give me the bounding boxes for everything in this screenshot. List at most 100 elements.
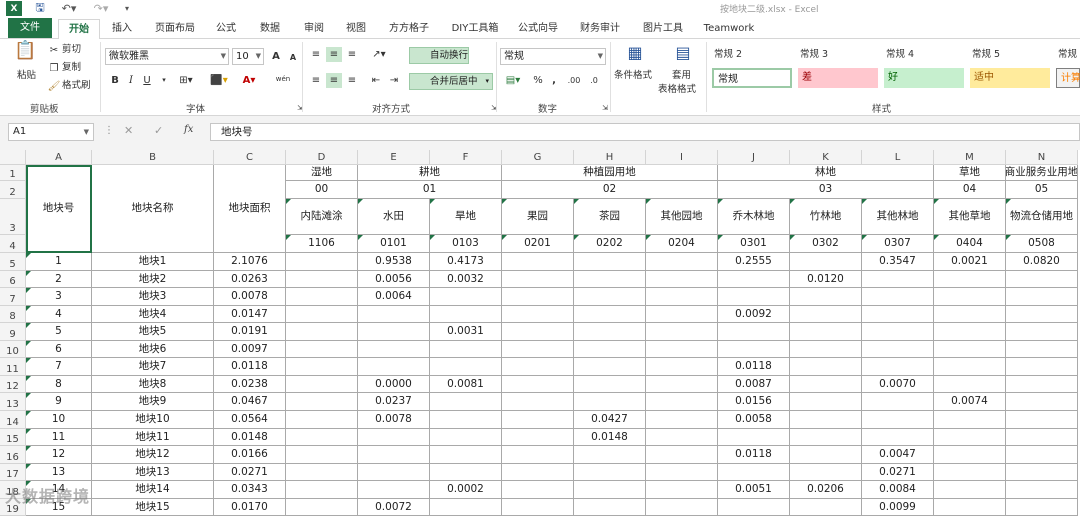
data-cell[interactable] [934, 358, 1006, 376]
row-header[interactable]: 9 [0, 323, 26, 341]
orientation-icon[interactable]: ↗▾ [368, 47, 390, 62]
data-cell[interactable]: 0.0097 [214, 341, 286, 358]
data-cell[interactable] [286, 306, 358, 323]
data-cell[interactable] [286, 323, 358, 341]
data-cell[interactable] [790, 358, 862, 376]
category-header-cell[interactable]: 耕地 [358, 165, 502, 181]
data-cell[interactable]: 地块14 [92, 481, 214, 499]
category-header-cell[interactable]: 林地 [718, 165, 934, 181]
increase-decimal-icon[interactable]: .00 [566, 73, 582, 88]
data-cell[interactable] [862, 306, 934, 323]
data-cell[interactable] [1006, 341, 1078, 358]
tab-review[interactable]: 审阅 [300, 19, 328, 39]
data-cell[interactable] [430, 393, 502, 411]
data-cell[interactable]: 0.9538 [358, 253, 430, 271]
data-cell[interactable]: 0.0074 [934, 393, 1006, 411]
tab-view[interactable]: 视图 [342, 19, 370, 39]
data-cell[interactable] [358, 481, 430, 499]
data-cell[interactable]: 0.0031 [430, 323, 502, 341]
data-cell[interactable]: 0.0191 [214, 323, 286, 341]
data-cell[interactable] [790, 499, 862, 516]
data-cell[interactable] [574, 341, 646, 358]
row-header[interactable]: 17 [0, 464, 26, 481]
data-cell[interactable] [502, 271, 574, 288]
data-cell[interactable] [358, 446, 430, 464]
font-size-combo[interactable]: 10 ▼ [232, 48, 264, 65]
data-cell[interactable]: 12 [26, 446, 92, 464]
data-cell[interactable]: 7 [26, 358, 92, 376]
data-cell[interactable] [934, 341, 1006, 358]
cancel-icon[interactable]: ✕ [124, 124, 133, 137]
data-cell[interactable]: 地块3 [92, 288, 214, 306]
save-icon[interactable]: 🖫 [32, 1, 48, 16]
align-middle-icon[interactable]: ≡ [326, 47, 342, 62]
data-cell[interactable] [646, 393, 718, 411]
data-cell[interactable]: 地块5 [92, 323, 214, 341]
copy-icon[interactable]: ❐ [46, 61, 62, 76]
row-header[interactable]: 10 [0, 341, 26, 358]
data-cell[interactable] [502, 393, 574, 411]
column-header[interactable]: K [790, 150, 862, 165]
subcategory-header-cell[interactable]: 果园 [502, 199, 574, 235]
data-cell[interactable] [502, 323, 574, 341]
data-cell[interactable] [502, 499, 574, 516]
data-cell[interactable] [790, 323, 862, 341]
align-left-icon[interactable]: ≡ [308, 73, 324, 88]
data-cell[interactable] [646, 376, 718, 393]
row-header[interactable]: 2 [0, 181, 26, 199]
data-cell[interactable]: 0.0118 [718, 358, 790, 376]
row-header[interactable]: 8 [0, 306, 26, 323]
row-header[interactable]: 11 [0, 358, 26, 376]
cell-style-option[interactable]: 计算 [1056, 68, 1080, 88]
category-header-cell[interactable]: 种植园用地 [502, 165, 718, 181]
data-cell[interactable]: 2.1076 [214, 253, 286, 271]
subcategory-header-cell[interactable]: 其他园地 [646, 199, 718, 235]
data-cell[interactable]: 0.0120 [790, 271, 862, 288]
data-cell[interactable] [286, 253, 358, 271]
category-code-cell[interactable]: 03 [718, 181, 934, 199]
number-format-combo[interactable]: 常规 ▼ [500, 48, 606, 65]
data-cell[interactable]: 0.0064 [358, 288, 430, 306]
data-cell[interactable] [574, 271, 646, 288]
tab-formulas[interactable]: 公式 [212, 19, 240, 39]
paste-icon[interactable]: 📋 [14, 42, 36, 65]
data-cell[interactable] [502, 446, 574, 464]
chevron-down-icon[interactable]: ▾ [156, 73, 172, 88]
data-cell[interactable] [646, 499, 718, 516]
data-cell[interactable]: 0.0263 [214, 271, 286, 288]
data-cell[interactable]: 0.0118 [214, 358, 286, 376]
data-cell[interactable] [646, 446, 718, 464]
data-cell[interactable] [646, 341, 718, 358]
data-cell[interactable]: 0.0099 [862, 499, 934, 516]
data-cell[interactable]: 0.0078 [358, 411, 430, 429]
formula-input[interactable]: 地块号 [210, 123, 1080, 141]
data-cell[interactable] [862, 288, 934, 306]
data-cell[interactable] [1006, 446, 1078, 464]
data-cell[interactable] [790, 411, 862, 429]
data-cell[interactable]: 4 [26, 306, 92, 323]
category-code-cell[interactable]: 01 [358, 181, 502, 199]
data-cell[interactable]: 0.0238 [214, 376, 286, 393]
data-cell[interactable]: 0.0271 [862, 464, 934, 481]
data-cell[interactable] [286, 393, 358, 411]
data-cell[interactable] [862, 358, 934, 376]
data-cell[interactable] [574, 499, 646, 516]
data-cell[interactable] [862, 341, 934, 358]
underline-button[interactable]: U [139, 73, 155, 88]
data-cell[interactable]: 0.0084 [862, 481, 934, 499]
data-cell[interactable] [862, 393, 934, 411]
tab-file[interactable]: 文件 [8, 18, 52, 38]
tab-insert[interactable]: 插入 [108, 19, 136, 39]
data-cell[interactable] [286, 411, 358, 429]
data-cell[interactable]: 0.0343 [214, 481, 286, 499]
column-header[interactable]: M [934, 150, 1006, 165]
data-cell[interactable] [790, 253, 862, 271]
subcategory-header-cell[interactable]: 水田 [358, 199, 430, 235]
data-cell[interactable] [358, 306, 430, 323]
data-cell[interactable]: 0.0078 [214, 288, 286, 306]
data-cell[interactable]: 5 [26, 323, 92, 341]
data-cell[interactable]: 0.0002 [430, 481, 502, 499]
accounting-format-icon[interactable]: ▤▾ [502, 73, 524, 88]
data-cell[interactable] [286, 358, 358, 376]
column-header[interactable]: N [1006, 150, 1078, 165]
